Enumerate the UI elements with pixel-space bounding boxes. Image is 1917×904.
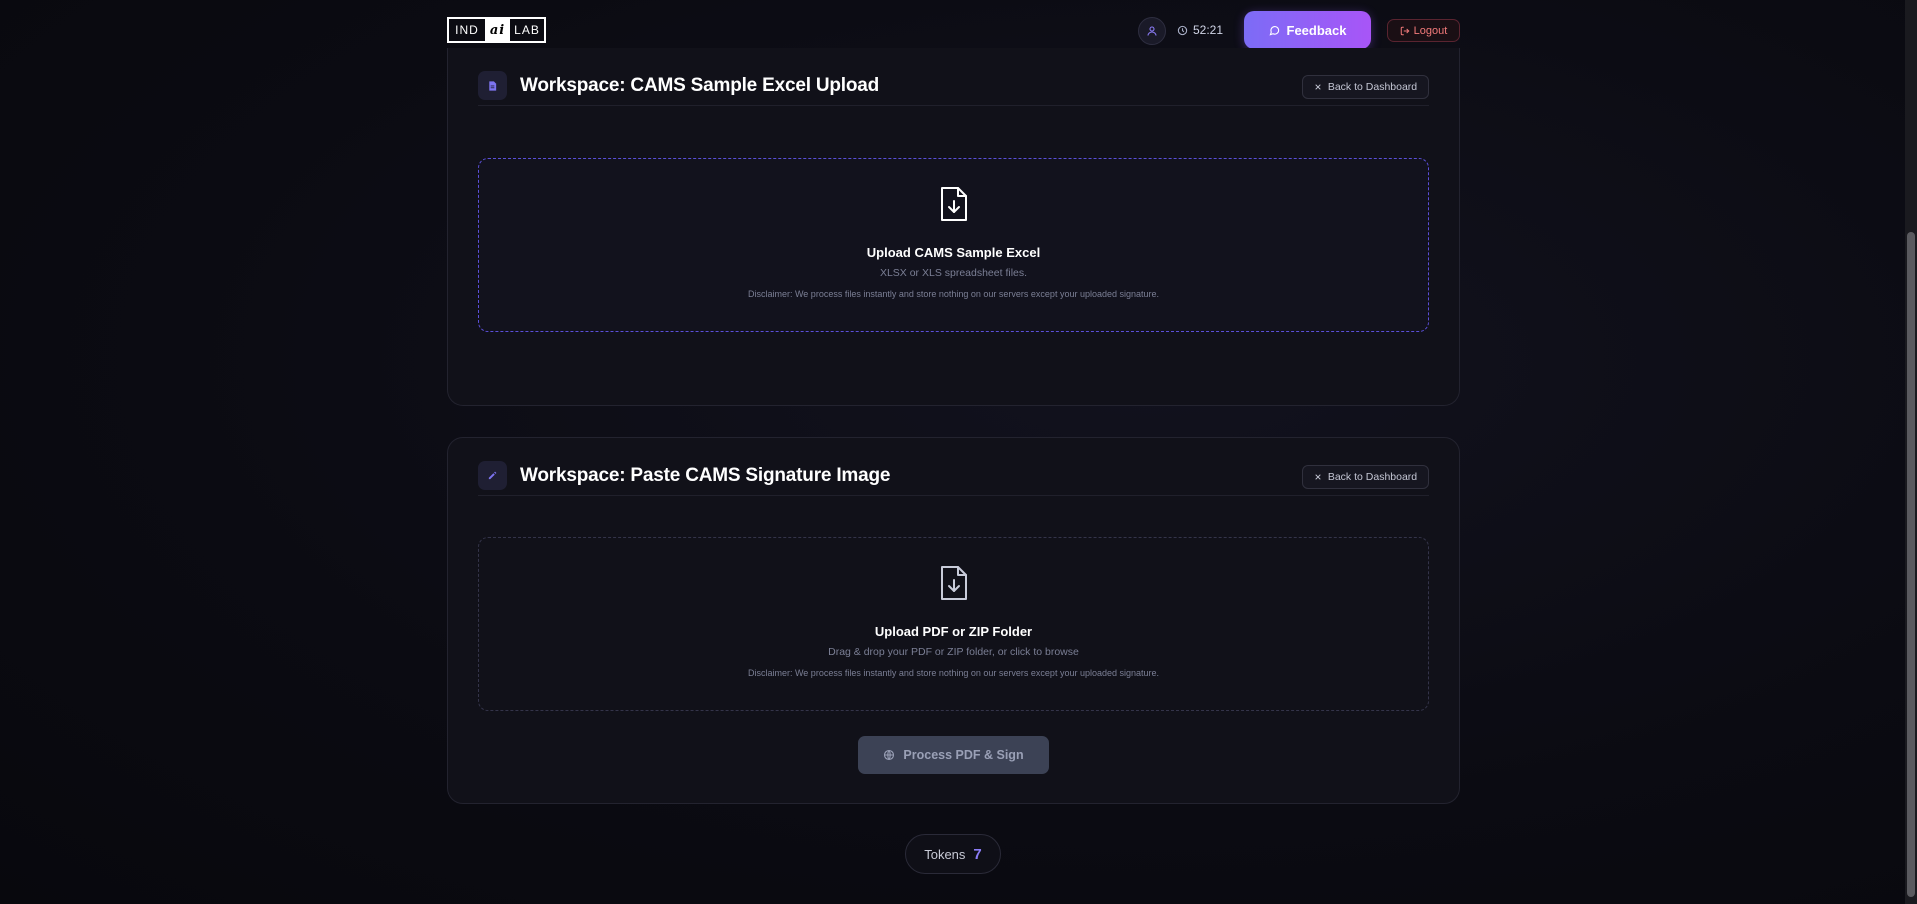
timer-value: 52:21: [1193, 23, 1224, 37]
excel-upload-dropzone[interactable]: Upload CAMS Sample Excel XLSX or XLS spr…: [478, 158, 1429, 332]
workspace-title: Workspace: Paste CAMS Signature Image: [520, 465, 891, 486]
close-icon: [1315, 84, 1321, 90]
pencil-icon: [478, 461, 507, 490]
logo-part-2: ai: [485, 19, 510, 41]
feedback-button[interactable]: Feedback: [1244, 11, 1371, 49]
user-icon: [1147, 26, 1157, 36]
workspace-header: Workspace: CAMS Sample Excel Upload Back…: [478, 56, 1429, 106]
feedback-label: Feedback: [1286, 22, 1347, 38]
back-to-dashboard-button[interactable]: Back to Dashboard: [1302, 75, 1429, 99]
tokens-label: Tokens: [924, 846, 966, 862]
close-icon: [1315, 474, 1321, 480]
dropzone-disclaimer: Disclaimer: We process files instantly a…: [747, 668, 1160, 678]
scrollbar-thumb[interactable]: [1907, 232, 1915, 897]
back-to-dashboard-button[interactable]: Back to Dashboard: [1302, 465, 1429, 489]
workspace-title: Workspace: CAMS Sample Excel Upload: [520, 75, 880, 96]
process-pdf-sign-button[interactable]: Process PDF & Sign: [858, 736, 1049, 774]
clock-icon: [1177, 25, 1188, 35]
app-logo[interactable]: IND ai LAB: [447, 17, 546, 43]
process-label: Process PDF & Sign: [903, 748, 1024, 762]
workspace-card-signature: Workspace: Paste CAMS Signature Image Ba…: [447, 437, 1460, 804]
back-label: Back to Dashboard: [1327, 81, 1418, 93]
pdf-zip-upload-dropzone[interactable]: Upload PDF or ZIP Folder Drag & drop you…: [478, 537, 1429, 711]
logo-part-1: IND: [455, 23, 479, 37]
logout-button[interactable]: Logout: [1387, 19, 1460, 42]
dropzone-subtitle: XLSX or XLS spreadsheet files.: [879, 267, 1028, 279]
workspace-card-excel: Workspace: CAMS Sample Excel Upload Back…: [447, 48, 1460, 406]
logo-part-3: LAB: [514, 23, 540, 37]
user-profile-button[interactable]: [1138, 17, 1166, 45]
dropzone-disclaimer: Disclaimer: We process files instantly a…: [747, 289, 1160, 299]
file-download-icon: [940, 566, 967, 600]
dropzone-title: Upload CAMS Sample Excel: [866, 245, 1041, 260]
file-icon: [478, 71, 507, 100]
tokens-count: 7: [973, 845, 982, 863]
session-timer: 52:21: [1177, 20, 1223, 40]
dropzone-subtitle: Drag & drop your PDF or ZIP folder, or c…: [828, 646, 1079, 658]
chat-icon: [1268, 25, 1279, 36]
workspace-header: Workspace: Paste CAMS Signature Image Ba…: [478, 446, 1429, 496]
logout-icon: [1400, 26, 1410, 35]
dropzone-title: Upload PDF or ZIP Folder: [874, 624, 1033, 639]
file-download-icon: [940, 187, 967, 221]
logout-label: Logout: [1413, 24, 1448, 37]
back-label: Back to Dashboard: [1327, 471, 1418, 483]
tokens-badge: Tokens 7: [905, 834, 1001, 874]
globe-icon: [884, 749, 895, 761]
